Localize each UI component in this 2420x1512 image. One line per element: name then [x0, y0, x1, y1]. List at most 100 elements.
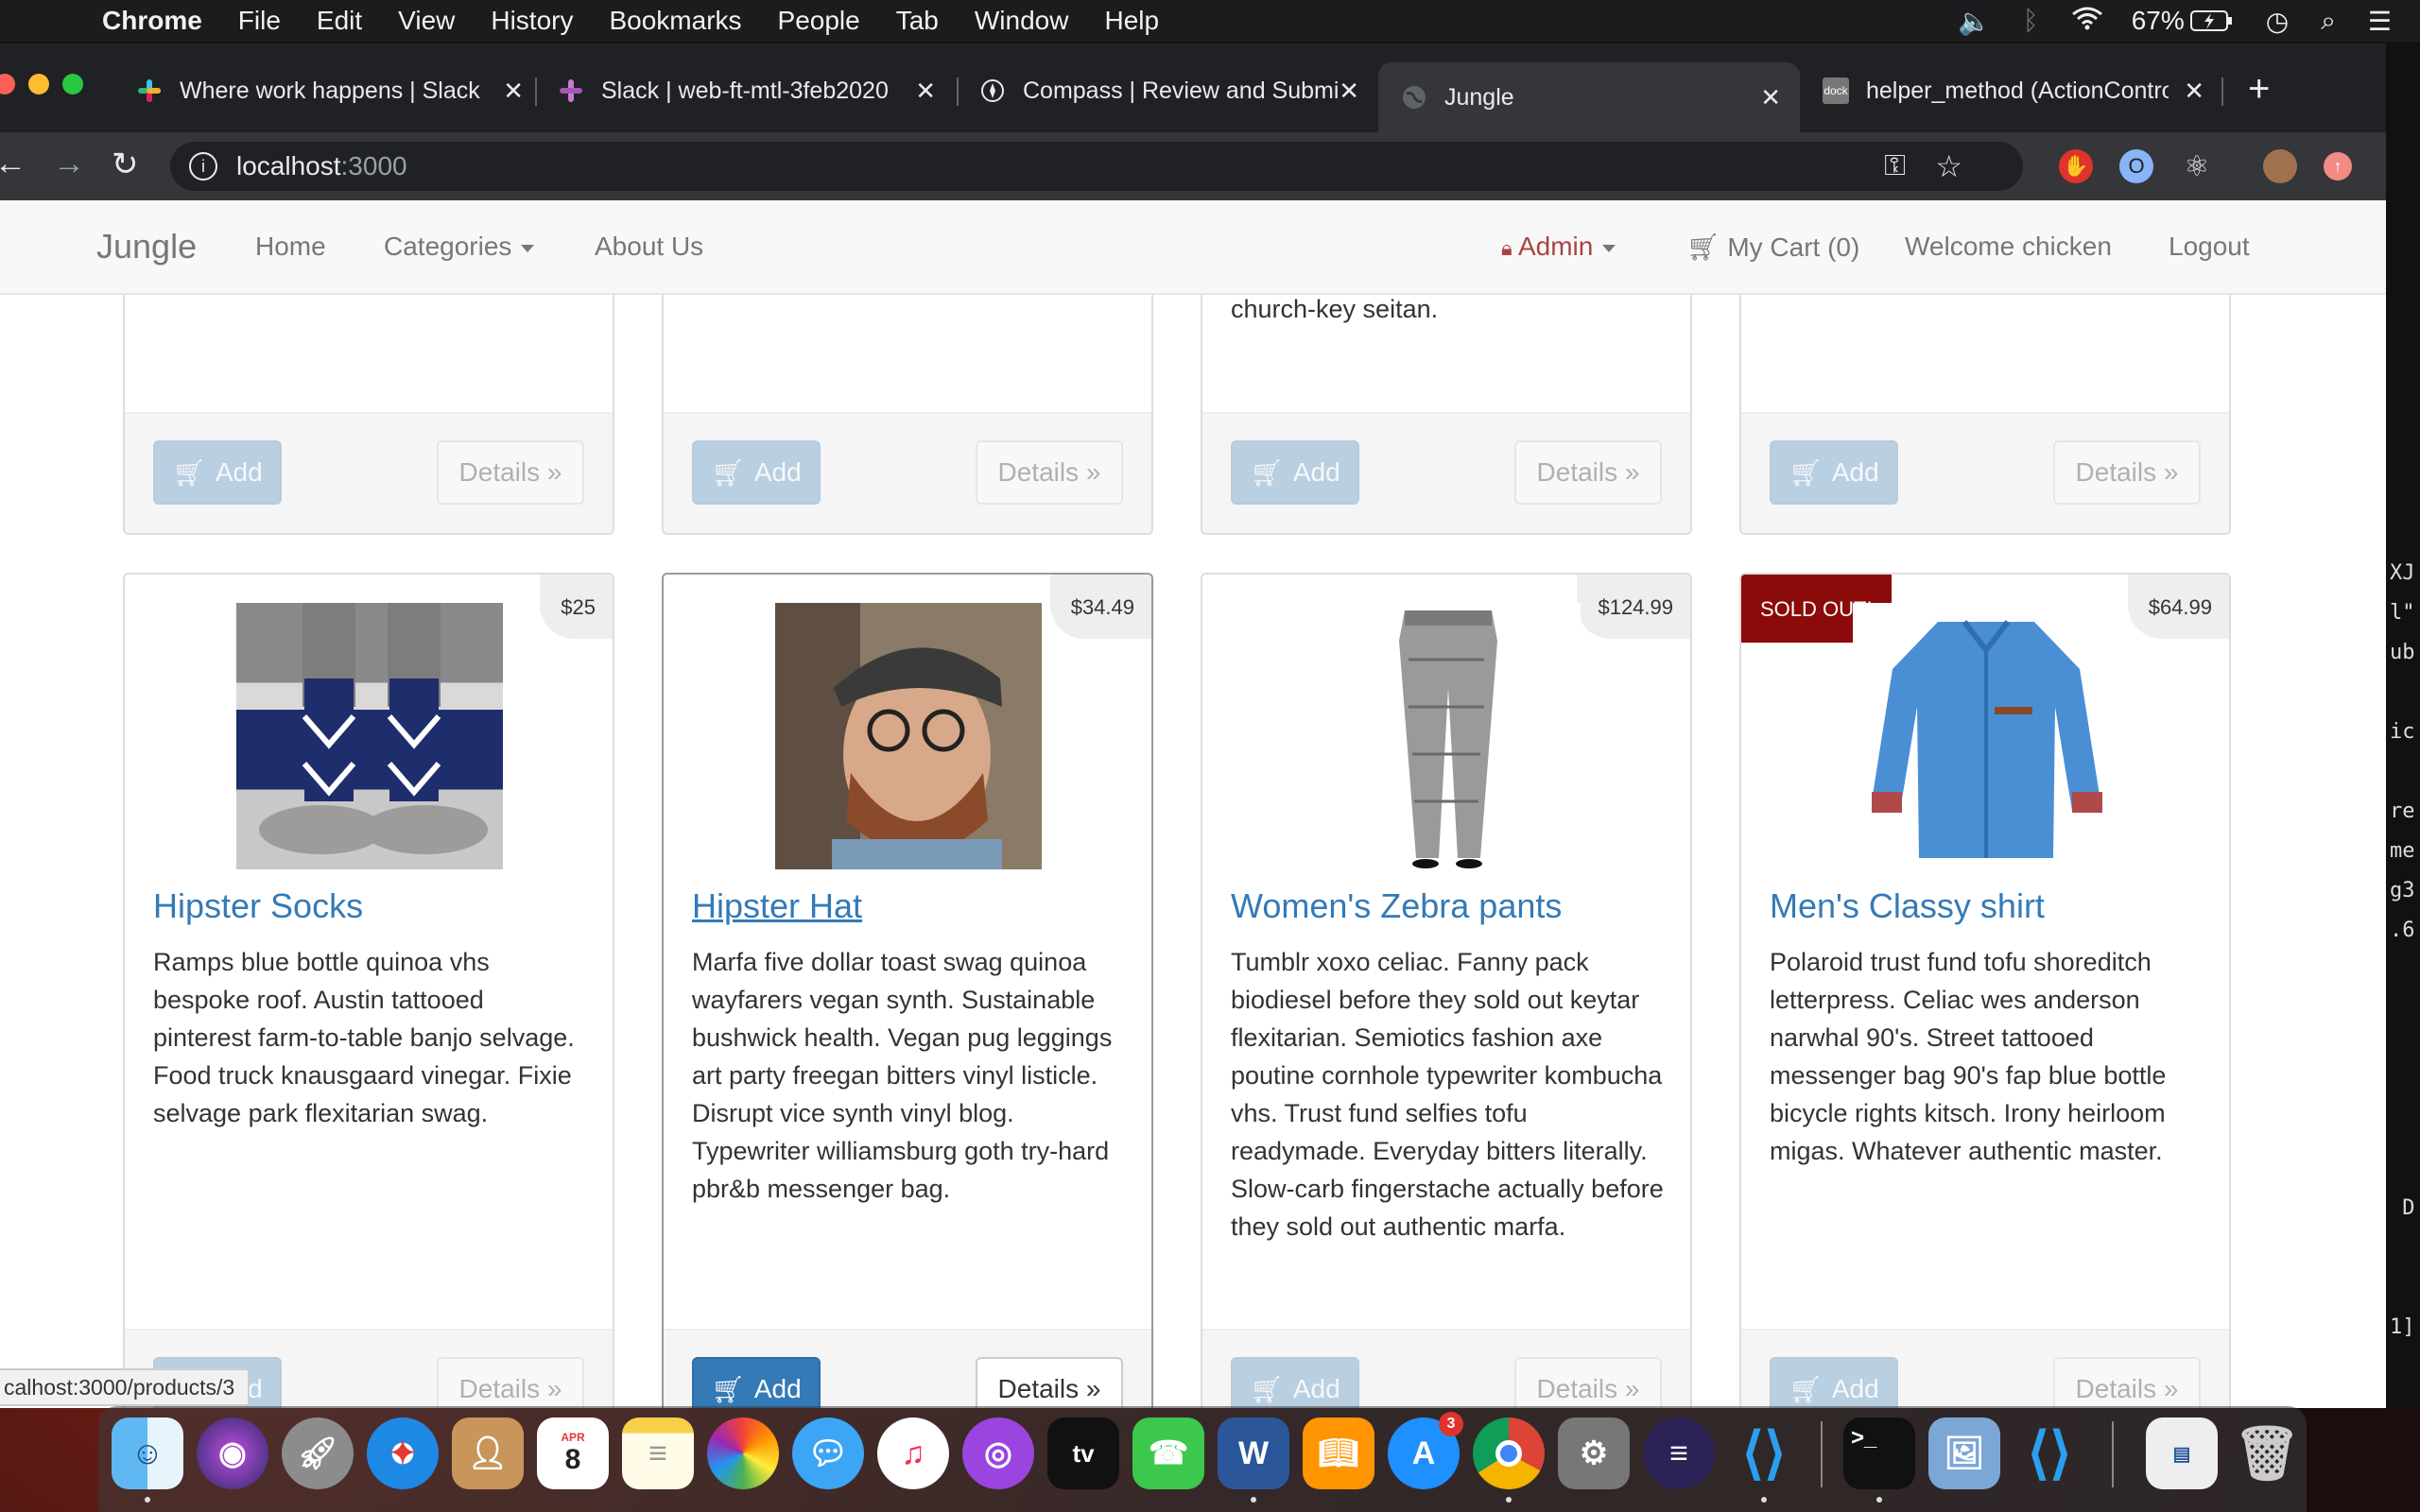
product-card-hipster-socks[interactable]: $25 Hipster Socks Ramps blue bottle quin…: [123, 573, 614, 1408]
nav-cart-link[interactable]: 🛒︎ My Cart (0): [1686, 232, 1859, 263]
site-brand[interactable]: Jungle: [96, 227, 197, 266]
apple-tv-icon[interactable]: tv: [1047, 1418, 1119, 1489]
contacts-icon[interactable]: 👤︎: [452, 1418, 524, 1489]
password-key-icon[interactable]: ⚿: [1884, 150, 1906, 182]
nav-logout-link[interactable]: Logout: [2169, 232, 2250, 262]
adblock-extension-icon[interactable]: ✋: [2059, 149, 2093, 183]
close-tab-icon[interactable]: ✕: [1339, 77, 1359, 106]
menu-window[interactable]: Window: [975, 6, 1069, 36]
menu-edit[interactable]: Edit: [317, 6, 362, 36]
menu-app-chrome[interactable]: Chrome: [102, 6, 202, 36]
forward-arrow-icon[interactable]: →: [53, 146, 85, 182]
minimize-window-button[interactable]: [28, 74, 49, 94]
add-to-cart-button[interactable]: 🛒︎ Add: [692, 1357, 821, 1408]
minimized-window-icon[interactable]: ▤: [2146, 1418, 2218, 1489]
address-bar[interactable]: i localhost:3000 ⚿ ☆: [170, 142, 2023, 191]
messages-icon[interactable]: 💬︎: [792, 1418, 864, 1489]
details-button[interactable]: Details »: [976, 1357, 1123, 1408]
menu-history[interactable]: History: [491, 6, 573, 36]
details-button[interactable]: Details »: [1514, 440, 1662, 505]
nav-admin-dropdown[interactable]: 🔒︎ Admin: [1501, 232, 1616, 262]
bluetooth-icon[interactable]: ᛒ: [2023, 6, 2039, 36]
vscode-icon[interactable]: ⟨⟩: [1728, 1418, 1800, 1489]
notes-icon[interactable]: ≡: [622, 1418, 694, 1489]
calendar-icon[interactable]: APR 8: [537, 1418, 609, 1489]
product-name-link[interactable]: Men's Classy shirt: [1770, 886, 2045, 926]
nav-home-link[interactable]: Home: [255, 232, 326, 262]
details-button[interactable]: Details »: [437, 1357, 584, 1408]
add-to-cart-button[interactable]: 🛒︎ Add: [153, 440, 282, 505]
add-to-cart-button[interactable]: 🛒︎ Add: [1231, 1357, 1359, 1408]
safari-icon[interactable]: ✦: [367, 1418, 439, 1489]
close-tab-icon[interactable]: ✕: [2184, 77, 2204, 106]
menu-people[interactable]: People: [778, 6, 860, 36]
books-icon[interactable]: 📖︎: [1303, 1418, 1374, 1489]
site-info-icon[interactable]: i: [189, 152, 217, 180]
eclipse-icon[interactable]: ≡: [1643, 1418, 1715, 1489]
finder-icon[interactable]: ☺: [112, 1418, 183, 1489]
reload-icon[interactable]: ↻: [112, 146, 139, 183]
close-tab-icon[interactable]: ✕: [503, 77, 524, 106]
back-arrow-icon[interactable]: ←: [0, 146, 26, 182]
trash-icon[interactable]: 🗑︎: [2231, 1418, 2303, 1489]
zoom-window-button[interactable]: [62, 74, 83, 94]
music-icon[interactable]: ♫: [877, 1418, 949, 1489]
vscode-window-icon[interactable]: ⟨⟩: [2014, 1418, 2085, 1489]
product-card-classy-shirt[interactable]: SOLD OUT! $64.99 Men's Classy shirt Pola…: [1739, 573, 2231, 1408]
react-devtools-icon[interactable]: ⚛: [2180, 149, 2214, 183]
details-button[interactable]: Details »: [1514, 1357, 1662, 1408]
bookmark-star-icon[interactable]: ☆: [1935, 148, 1962, 184]
menu-help[interactable]: Help: [1104, 6, 1159, 36]
facetime-icon[interactable]: ☎: [1132, 1418, 1204, 1489]
product-image-pants[interactable]: [1314, 603, 1581, 869]
podcasts-icon[interactable]: ◎: [962, 1418, 1034, 1489]
add-to-cart-button[interactable]: 🛒︎ Add: [1770, 1357, 1898, 1408]
close-tab-icon[interactable]: ✕: [915, 77, 936, 106]
nav-about-link[interactable]: About Us: [595, 232, 703, 262]
menu-file[interactable]: File: [238, 6, 281, 36]
new-tab-button[interactable]: +: [2248, 68, 2270, 111]
details-button[interactable]: Details »: [437, 440, 584, 505]
nav-categories-dropdown[interactable]: Categories: [384, 232, 535, 262]
product-image-hat[interactable]: [775, 603, 1042, 877]
notification-center-icon[interactable]: ☰: [2368, 6, 2392, 37]
launchpad-icon[interactable]: 🚀︎: [282, 1418, 354, 1489]
product-name-link[interactable]: Hipster Hat: [692, 886, 862, 926]
tab-slack-workspace[interactable]: Slack | web-ft-mtl-3feb2020 ✕: [548, 66, 936, 115]
product-card-zebra-pants[interactable]: $124.99 Women's Zebra pants Tumblr xoxo …: [1201, 573, 1692, 1408]
product-name-link[interactable]: Women's Zebra pants: [1231, 886, 1562, 926]
tab-rails-docs[interactable]: dock helper_method (ActionContro ✕: [1813, 66, 2204, 115]
profile-avatar[interactable]: [2263, 149, 2297, 183]
chrome-icon[interactable]: [1473, 1418, 1545, 1489]
battery-status[interactable]: 67%: [2132, 6, 2234, 36]
tab-compass[interactable]: Compass | Review and Submi ✕: [970, 66, 1359, 115]
close-window-button[interactable]: [0, 74, 15, 94]
tab-jungle-active[interactable]: Jungle ✕: [1378, 62, 1800, 132]
volume-icon[interactable]: 🔈: [1958, 6, 1991, 37]
app-store-icon[interactable]: A3: [1388, 1412, 1463, 1489]
menu-view[interactable]: View: [398, 6, 455, 36]
vpn-extension-icon[interactable]: O: [2119, 149, 2153, 183]
siri-icon[interactable]: ◉: [197, 1418, 268, 1489]
details-button[interactable]: Details »: [2053, 440, 2201, 505]
product-image-shirt[interactable]: [1853, 603, 2119, 869]
system-preferences-icon[interactable]: ⚙: [1558, 1418, 1630, 1489]
clock-icon[interactable]: ◷: [2266, 6, 2289, 37]
add-to-cart-button[interactable]: 🛒︎ Add: [1770, 440, 1898, 505]
details-button[interactable]: Details »: [2053, 1357, 2201, 1408]
add-to-cart-button[interactable]: 🛒︎ Add: [692, 440, 821, 505]
add-to-cart-button[interactable]: 🛒︎ Add: [1231, 440, 1359, 505]
spotlight-search-icon[interactable]: ⌕: [2321, 6, 2336, 37]
word-icon[interactable]: W: [1218, 1418, 1289, 1489]
details-button[interactable]: Details »: [976, 440, 1123, 505]
terminal-icon[interactable]: >_: [1843, 1418, 1915, 1489]
product-name-link[interactable]: Hipster Socks: [153, 886, 363, 926]
preview-icon[interactable]: 🖼︎: [1928, 1418, 2000, 1489]
menu-tab[interactable]: Tab: [896, 6, 939, 36]
close-tab-icon[interactable]: ✕: [1760, 83, 1781, 112]
photos-icon[interactable]: [707, 1418, 779, 1489]
wifi-icon[interactable]: [2071, 6, 2103, 37]
tab-slack-home[interactable]: Where work happens | Slack ✕: [127, 66, 524, 115]
product-card-hipster-hat[interactable]: $34.49 Hipster Hat Marfa five dollar toa…: [662, 573, 1153, 1408]
product-image-socks[interactable]: [236, 603, 503, 869]
